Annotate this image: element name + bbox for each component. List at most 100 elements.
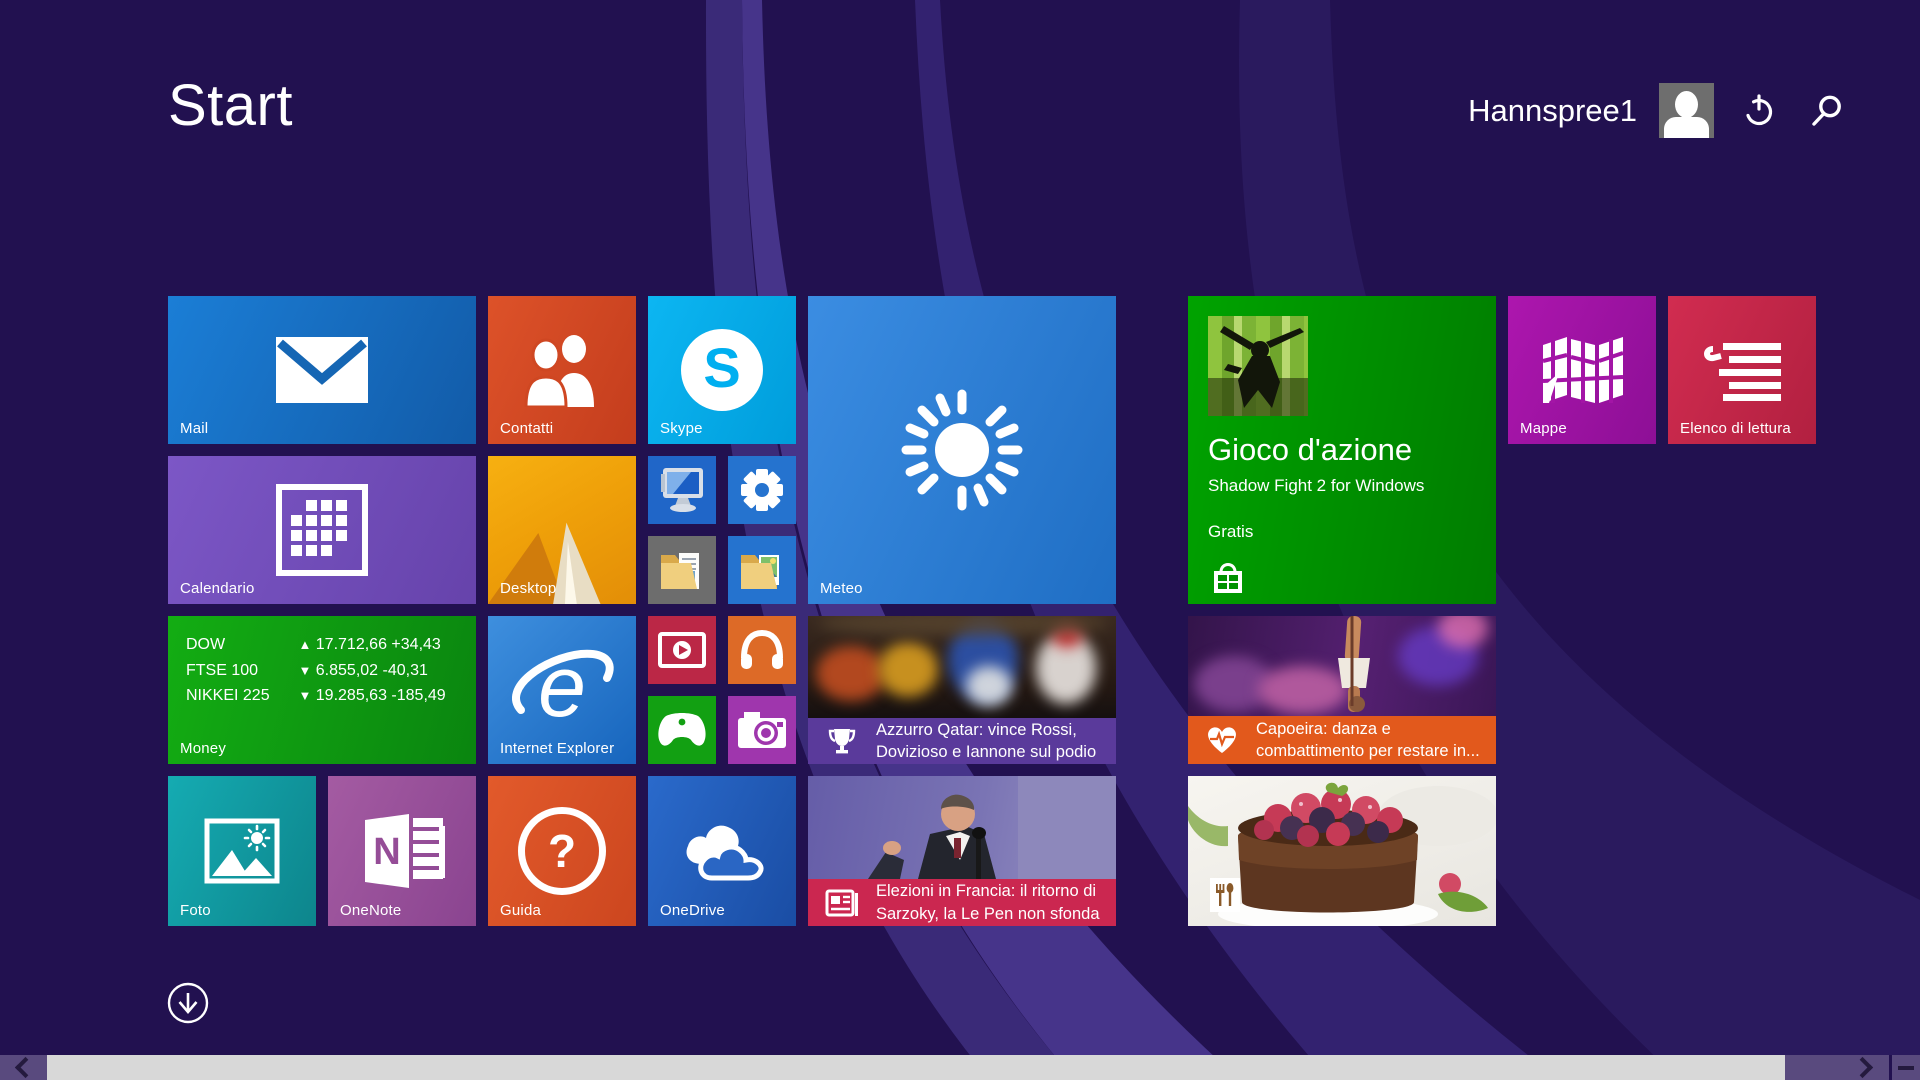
stock-value: 19.285,63 [316, 687, 387, 704]
stock-name: FTSE 100 [186, 658, 294, 684]
question-mark: ? [548, 828, 576, 874]
tile-store-game[interactable]: Gioco d'azione Shadow Fight 2 for Window… [1188, 296, 1496, 604]
scroll-left-button[interactable] [0, 1055, 47, 1080]
tile-guida[interactable]: ? Guida [488, 776, 636, 926]
stock-name: DOW [186, 632, 294, 658]
folder-pictures-icon [728, 536, 796, 604]
search-button[interactable] [1804, 88, 1850, 134]
tile-reading-list[interactable]: Elenco di lettura [1668, 296, 1816, 444]
game-category-title: Gioco d'azione [1208, 432, 1412, 468]
chevron-right-icon [1852, 1057, 1873, 1078]
tile-mail[interactable]: Mail [168, 296, 476, 444]
camera-icon [728, 696, 796, 764]
tile-contatti[interactable]: Contatti [488, 296, 636, 444]
gear-icon [728, 456, 796, 524]
tile-internet-explorer[interactable]: e Internet Explorer [488, 616, 636, 764]
store-bag-icon [1208, 558, 1248, 603]
newspaper-icon [808, 888, 876, 918]
sport-news-bar: Azzurro Qatar: vince Rossi, Dovizioso e … [808, 718, 1116, 764]
tile-france-news[interactable]: Elezioni in Francia: il ritorno di Sarzo… [808, 776, 1116, 926]
tile-computer[interactable] [648, 456, 716, 524]
trophy-icon [808, 726, 876, 756]
tile-label: Desktop [500, 580, 556, 597]
page-title: Start [168, 72, 293, 139]
horizontal-scrollbar[interactable] [0, 1055, 1920, 1080]
sun-icon [808, 296, 1116, 604]
tile-food-news[interactable] [1188, 776, 1496, 926]
tile-onenote[interactable]: N OneNote [328, 776, 476, 926]
stock-value: 17.712,66 [316, 636, 387, 653]
minus-icon [1898, 1066, 1914, 1070]
tile-label: OneNote [340, 902, 401, 919]
tile-mappe[interactable]: Mappe [1508, 296, 1656, 444]
stock-row: DOW ▲ 17.712,66 +34,43 [186, 632, 446, 658]
heart-pulse-icon [1188, 725, 1256, 755]
health-news-photo [1188, 616, 1496, 716]
tile-pictures-folder[interactable] [728, 536, 796, 604]
france-news-photo [808, 776, 1116, 879]
tile-music[interactable] [728, 616, 796, 684]
scroll-down-button[interactable] [166, 981, 210, 1030]
tile-foto[interactable]: Foto [168, 776, 316, 926]
tile-label: Skype [660, 420, 703, 437]
sport-news-photo [808, 616, 1116, 718]
power-button[interactable] [1736, 88, 1782, 134]
game-controller-icon [648, 696, 716, 764]
tile-meteo[interactable]: Meteo [808, 296, 1116, 604]
game-thumbnail [1208, 316, 1308, 416]
tile-desktop[interactable]: Desktop [488, 456, 636, 604]
headline-text: Azzurro Qatar: vince Rossi, Dovizioso e … [876, 719, 1116, 764]
user-avatar[interactable] [1659, 83, 1714, 138]
stock-change: +34,43 [391, 636, 440, 653]
scrollbar-thumb[interactable] [47, 1055, 1785, 1080]
headline-text: Elezioni in Francia: il ritorno di Sarzo… [876, 880, 1116, 925]
skype-letter: S [703, 340, 740, 396]
tile-games[interactable] [648, 696, 716, 764]
tile-label: Money [180, 740, 226, 757]
tile-label: Meteo [820, 580, 863, 597]
stock-row: NIKKEI 225 ▼ 19.285,63 -185,49 [186, 683, 446, 709]
tile-skype[interactable]: S Skype [648, 296, 796, 444]
tile-documents-folder[interactable] [648, 536, 716, 604]
down-arrow-circle-icon [166, 981, 210, 1025]
avatar-body [1664, 117, 1709, 138]
folder-documents-icon [648, 536, 716, 604]
food-badge [1210, 878, 1240, 912]
tile-label: Internet Explorer [500, 740, 614, 757]
game-name: Shadow Fight 2 for Windows [1208, 476, 1424, 496]
tile-sport-news[interactable]: Azzurro Qatar: vince Rossi, Dovizioso e … [808, 616, 1116, 764]
tile-onedrive[interactable]: OneDrive [648, 776, 796, 926]
scroll-right-button[interactable] [1840, 1055, 1889, 1080]
computer-icon [648, 456, 716, 524]
stock-row: FTSE 100 ▼ 6.855,02 -40,31 [186, 658, 446, 684]
tile-camera[interactable] [728, 696, 796, 764]
game-price: Gratis [1208, 522, 1253, 542]
fork-spoon-icon [1214, 882, 1236, 908]
user-area[interactable]: Hannspree1 [1468, 83, 1850, 138]
down-arrow-icon: ▼ [298, 663, 311, 678]
avatar-head [1675, 91, 1698, 118]
start-screen: Start Hannspree1 Mail [0, 0, 1920, 1080]
search-icon [1809, 93, 1845, 129]
tile-calendario[interactable]: Calendario [168, 456, 476, 604]
stock-quotes: DOW ▲ 17.712,66 +34,43 FTSE 100 ▼ 6.855,… [186, 632, 446, 709]
down-arrow-icon: ▼ [298, 688, 311, 703]
stock-change: -40,31 [383, 662, 428, 679]
tile-label: OneDrive [660, 902, 725, 919]
france-news-bar: Elezioni in Francia: il ritorno di Sarzo… [808, 879, 1116, 926]
semantic-zoom-button[interactable] [1892, 1055, 1920, 1080]
tile-health-news[interactable]: Capoeira: danza e combattimento per rest… [1188, 616, 1496, 764]
user-name[interactable]: Hannspree1 [1468, 93, 1637, 129]
headline-text: Capoeira: danza e combattimento per rest… [1256, 718, 1496, 763]
tile-label: Mappe [1520, 420, 1567, 437]
tile-label: Mail [180, 420, 208, 437]
tile-label: Guida [500, 902, 541, 919]
video-icon [648, 616, 716, 684]
stock-name: NIKKEI 225 [186, 683, 294, 709]
headphones-icon [728, 616, 796, 684]
mail-icon [168, 296, 476, 444]
tile-video[interactable] [648, 616, 716, 684]
tile-settings[interactable] [728, 456, 796, 524]
tile-money[interactable]: DOW ▲ 17.712,66 +34,43 FTSE 100 ▼ 6.855,… [168, 616, 476, 764]
health-news-bar: Capoeira: danza e combattimento per rest… [1188, 716, 1496, 764]
